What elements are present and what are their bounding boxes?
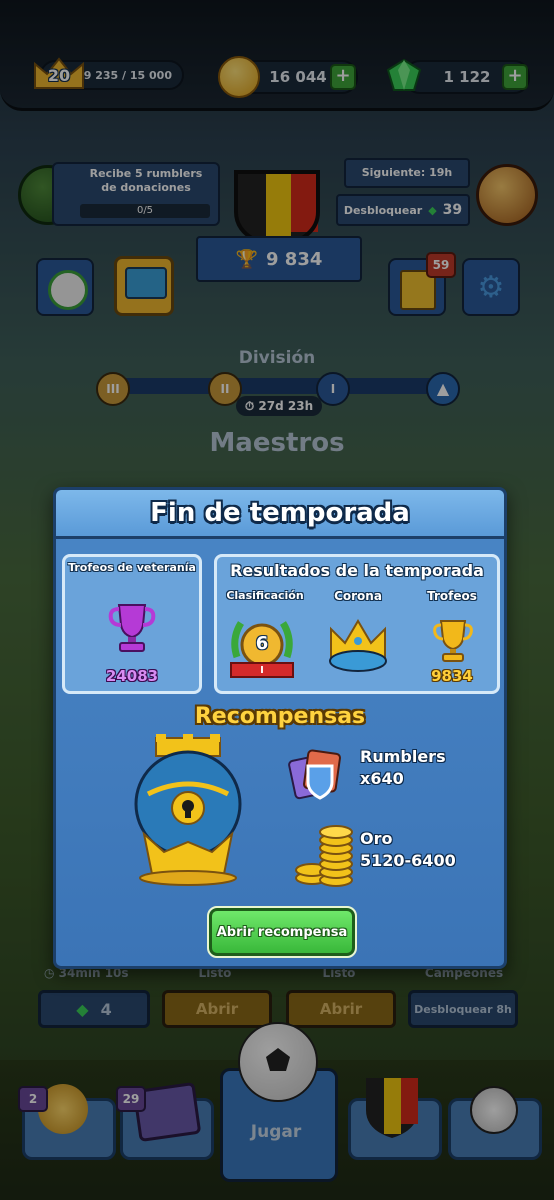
laurel-trophy-icon	[48, 270, 88, 310]
nav-winged-ball-icon	[470, 1086, 518, 1134]
veteran-value: 24083	[105, 667, 159, 685]
reward-gold: Oro 5120-6400	[360, 828, 456, 872]
coins-value: 16 044	[269, 68, 327, 86]
add-gems-button[interactable]: +	[502, 64, 528, 90]
division-timer: ⏱ 27d 23h	[236, 396, 322, 416]
timer-icon: ⏱	[244, 399, 259, 413]
play-label: Jugar	[250, 1122, 302, 1142]
nav-badge-1: 2	[18, 1086, 48, 1112]
rewards-title: Recompensas	[194, 704, 366, 729]
unlock-chest-button[interactable]: Desbloquear ◆ 39	[336, 194, 470, 226]
open-reward-label: Abrir recompensa	[216, 924, 348, 940]
bottom-nav: 2 29 Jugar	[0, 1022, 554, 1200]
add-coins-button[interactable]: +	[330, 64, 356, 90]
rumblers-cards-icon	[288, 744, 350, 804]
chest-open-button-1[interactable]: Abrir	[162, 990, 272, 1028]
division-up-arrow-icon: ▲	[426, 372, 460, 406]
chest-open-label-1: Abrir	[195, 1000, 239, 1018]
coin-icon	[218, 56, 260, 98]
rank-value: 6	[255, 633, 269, 654]
level-number: 20	[47, 66, 71, 85]
next-reward-timer: Siguiente: 19h 10min	[344, 158, 470, 205]
gem-icon	[386, 58, 422, 92]
open-reward-button[interactable]: Abrir recompensa	[207, 906, 357, 958]
donation-progress-bar: 0/5	[80, 204, 210, 218]
unlock-cost: 39	[442, 202, 463, 218]
xp-text: 9 235 / 15 000	[83, 68, 172, 82]
trophy-icon: 🏆	[235, 248, 259, 270]
small-gem-icon: ◆	[428, 203, 437, 217]
level-crown-icon[interactable]: 20	[32, 56, 86, 92]
chest-unlock-button[interactable]: Desbloquear 8h	[408, 990, 518, 1028]
purple-trophy-icon	[107, 601, 157, 653]
rumblers-value: x640	[360, 769, 404, 788]
chest-unlock-label: Desbloquear 8h	[414, 1002, 512, 1016]
reward-rumblers: Rumblers x640	[360, 746, 446, 790]
cards-badge: 59	[426, 252, 456, 278]
rank-ribbon-text: I	[260, 665, 264, 676]
rumblers-label: Rumblers	[360, 747, 446, 766]
golden-ball-icon[interactable]	[476, 164, 538, 226]
nav-badge-2: 29	[116, 1086, 146, 1112]
gold-coins-icon	[290, 824, 360, 890]
veteran-trophies-panel: Trofeos de veteranía 24083	[62, 554, 202, 694]
top-bar: 9 235 / 15 000 20 16 044 + 1 122 +	[0, 0, 554, 111]
chest-gem-button[interactable]: ◆ 4	[38, 990, 150, 1028]
col-rank-header: Clasificación	[226, 589, 304, 602]
gold-label: Oro	[360, 829, 393, 848]
modal-title: Fin de temporada	[150, 498, 410, 528]
chest-gem-icon: ◆	[76, 999, 89, 1019]
gold-trophy-icon	[431, 617, 475, 663]
gold-value: 5120-6400	[360, 851, 456, 870]
chest-open-label-2: Abrir	[319, 1000, 363, 1018]
cards-badge-count: 59	[432, 258, 450, 272]
season-title: Resultados de la temporada	[230, 561, 484, 580]
chest-open-button-2[interactable]: Abrir	[286, 990, 396, 1028]
donation-text: Recibe 5 rumblers de donaciones	[89, 167, 203, 194]
donation-panel[interactable]: Recibe 5 rumblers de donaciones 0/5	[52, 162, 220, 226]
nav-shield-icon	[362, 1074, 422, 1140]
gear-icon: ⚙	[477, 269, 505, 305]
division-timer-text: 27d 23h	[258, 399, 314, 413]
achievements-button[interactable]	[36, 258, 94, 316]
trophy-banner: 🏆 9 834	[196, 236, 362, 282]
reward-chest-icon	[128, 734, 248, 886]
chest-gem-cost: 4	[100, 999, 112, 1019]
crown-icon	[327, 617, 389, 675]
donation-progress: 0/5	[136, 205, 154, 216]
gems-value: 1 122	[443, 68, 491, 86]
col-crown-header: Corona	[334, 589, 382, 603]
play-ball-icon	[238, 1022, 318, 1102]
trophies-value: 9834	[431, 667, 473, 685]
division-track	[110, 378, 440, 394]
season-results-panel: Resultados de la temporada Clasificación…	[214, 554, 500, 694]
tv-button[interactable]	[114, 256, 174, 316]
rank-laurel-icon: 6 I	[227, 611, 297, 681]
hud-trophies: 9 834	[266, 248, 323, 270]
league-name: Maestros	[209, 428, 345, 458]
unlock-label: Desbloquear	[343, 203, 423, 217]
col-trophies-header: Trofeos	[427, 589, 477, 603]
veteran-title: Trofeos de veteranía	[68, 561, 196, 574]
tv-ball-icon	[125, 267, 167, 299]
settings-button[interactable]: ⚙	[462, 258, 520, 316]
season-end-modal: Fin de temporada Trofeos de veteranía 24…	[53, 487, 507, 969]
division-tier-3: III	[96, 372, 130, 406]
division-label: División	[238, 348, 316, 368]
